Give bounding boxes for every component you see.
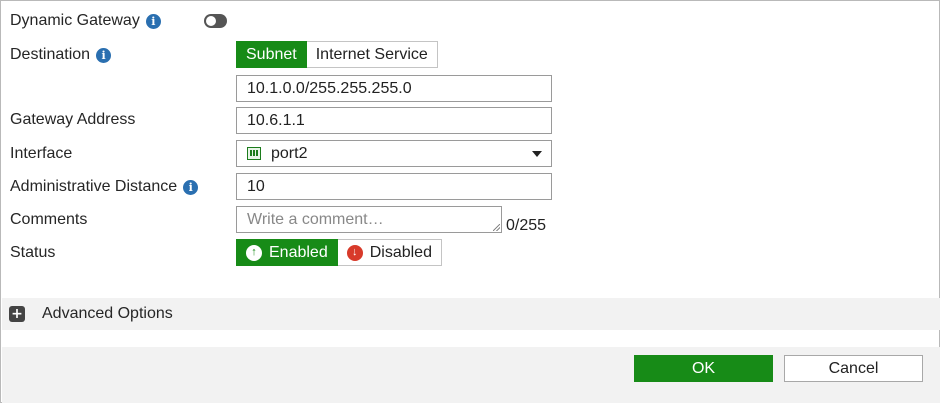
info-icon[interactable]: i [145,13,161,29]
administrative-distance-row: Administrative Distance i [10,178,199,196]
comment-char-counter: 0/255 [506,217,547,234]
cancel-button[interactable]: Cancel [784,355,923,382]
arrow-up-circle-icon: ↑ [246,244,262,261]
chevron-down-icon [532,151,542,157]
comments-placeholder: Write a comment… [247,211,384,228]
interface-select[interactable]: port2 [236,140,552,167]
internet-service-option-button[interactable]: Internet Service [306,41,438,68]
administrative-distance-input[interactable]: 10 [236,173,552,200]
info-icon[interactable]: i [183,179,199,195]
comments-label: Comments [10,211,88,228]
destination-type-selector: Subnet Internet Service [236,41,438,68]
port-icon [247,147,261,160]
dialog: Dynamic Gateway i Destination i Subnet I… [0,0,940,403]
status-label: Status [10,244,56,261]
status-selector: ↑ Enabled ↓ Disabled [236,239,442,266]
administrative-distance-label: Administrative Distance [10,178,178,195]
resize-handle-icon[interactable] [493,224,500,231]
subnet-option-button[interactable]: Subnet [236,41,307,68]
disabled-status-button[interactable]: ↓ Disabled [337,239,442,266]
destination-row: Destination i [10,46,112,64]
dynamic-gateway-row: Dynamic Gateway i [10,12,161,30]
interface-value: port2 [271,145,308,162]
enabled-label: Enabled [269,244,328,261]
disabled-label: Disabled [369,244,432,261]
enabled-status-button[interactable]: ↑ Enabled [236,239,338,266]
plus-square-icon: + [9,306,25,322]
dialog-footer: OK Cancel [2,347,940,403]
interface-label: Interface [10,145,73,162]
gateway-address-label: Gateway Address [10,111,136,128]
destination-subnet-input[interactable]: 10.1.0.0/255.255.255.0 [236,75,552,102]
destination-label: Destination [10,46,91,63]
dynamic-gateway-toggle[interactable] [204,14,227,28]
advanced-options-toggle[interactable]: + Advanced Options [2,298,940,330]
advanced-options-label: Advanced Options [42,305,173,322]
arrow-down-circle-icon: ↓ [346,244,363,261]
info-icon[interactable]: i [96,47,112,63]
dynamic-gateway-label: Dynamic Gateway [10,12,140,29]
gateway-address-input[interactable]: 10.6.1.1 [236,107,552,134]
ok-button[interactable]: OK [634,355,773,382]
comments-textarea[interactable]: Write a comment… [236,206,502,233]
